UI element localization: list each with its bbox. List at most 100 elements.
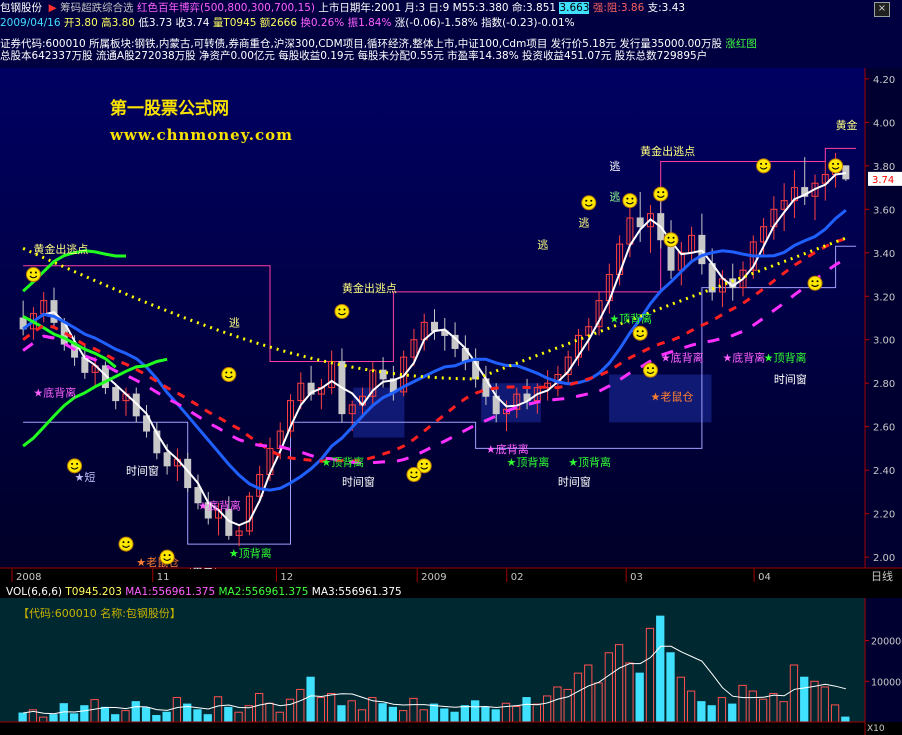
chart-annotation: 逃 [229, 317, 240, 330]
smiley-eye [590, 199, 593, 202]
volume-bar [450, 711, 459, 723]
chart-annotation: 黄金出逃点 [33, 242, 88, 256]
indicator-arrow-icon[interactable]: ▶ [45, 2, 57, 14]
info-text-2: 总股本642337万股 流通A股272038万股 净资产0.00亿元 每股收益0… [0, 50, 708, 62]
price-axis-bg [865, 68, 902, 568]
volume-header: VOL(6,6,6) T0945.203 MA1:556961.375 MA2:… [6, 586, 402, 598]
candle-body [698, 234, 706, 265]
price-tick-label: 3.00 [873, 336, 895, 347]
volume-bar [470, 700, 480, 723]
volume-bar [18, 712, 27, 723]
smiley-eye [168, 554, 171, 557]
chart-annotation: ★顶背离 [609, 311, 652, 325]
smiley-icon [118, 536, 134, 552]
info-tag: 涨红图 [725, 38, 757, 50]
smiley-eye [811, 280, 814, 283]
time-axis-label: 2008 [16, 572, 41, 583]
smiley-icon [622, 193, 638, 209]
smiley-eye [651, 367, 654, 370]
chart-annotation: 逃 [609, 160, 620, 173]
box-value: 3.663 [559, 2, 590, 14]
smiley-icon [221, 367, 237, 383]
volume-bar [203, 714, 212, 723]
quote-volume: 量T0945 [212, 17, 257, 29]
smiley-icon [406, 467, 422, 483]
time-axis-label: 03 [630, 572, 643, 583]
current-price-label: 3.74 [872, 175, 894, 186]
time-axis-label: 11 [157, 572, 170, 583]
volume-bar [80, 705, 89, 723]
volume-bar [59, 703, 68, 723]
smiley-eye [760, 162, 763, 165]
smiley-eye [29, 271, 32, 274]
vol-ma2: MA2:556961.375 [218, 586, 309, 598]
volume-bar [49, 714, 58, 723]
smiley-eye [127, 541, 130, 544]
smiley-eye [657, 191, 660, 194]
price-tick-label: 2.20 [873, 510, 895, 521]
chart-annotation: ★老鼠仓 [650, 390, 693, 404]
smiley-eye [667, 236, 670, 239]
smiley-eye [626, 197, 629, 200]
price-tick-label: 2.00 [873, 553, 895, 564]
chart-annotation: 黄金出逃点 [342, 281, 397, 295]
price-tick-label: 3.60 [873, 205, 895, 216]
quote-date: 2009/04/16 [0, 17, 61, 29]
smiley-eye [76, 462, 79, 465]
price-tick-label: 3.80 [873, 162, 895, 173]
time-axis-label: 2009 [421, 572, 446, 583]
smiley-eye [225, 371, 228, 374]
price-tick-label: 2.60 [873, 423, 895, 434]
smiley-eye [646, 367, 649, 370]
volume-bar [707, 705, 716, 723]
volume-bar [193, 709, 202, 723]
volume-axis-bg [865, 598, 902, 722]
smiley-icon [334, 303, 350, 319]
quote-amount: 额2666 [259, 17, 298, 29]
volume-bar [800, 676, 809, 723]
stock-name: 包钢股份 [0, 2, 42, 14]
candle-body [636, 217, 644, 228]
time-axis-end-label: 日线 [871, 569, 893, 583]
quote-turnover: 换0.26% [300, 17, 345, 29]
smiley-eye [672, 236, 675, 239]
price-tick-label: 2.80 [873, 379, 895, 390]
price-tick-label: 2.40 [873, 466, 895, 477]
volume-bar [728, 703, 737, 723]
chart-annotation: ★底背离 [33, 385, 76, 399]
volume-bar [111, 714, 120, 723]
vol-ma1: MA1:556961.375 [125, 586, 216, 598]
chart-annotation: ★顶背离 [506, 455, 549, 469]
time-axis-label: 04 [758, 572, 771, 583]
indicator-name[interactable]: 筹码超跌综合选 [60, 2, 134, 14]
volume-code-label: 【代码:600010 名称:包钢股份】 [18, 607, 181, 620]
quote-index: 指数(-0.23)-0.01% [481, 17, 575, 29]
smiley-icon [67, 458, 83, 474]
smiley-icon [25, 267, 41, 283]
listing-date: 上市日期年:2001 月:3 日:9 [318, 2, 450, 14]
volume-bar [224, 706, 233, 723]
quote-bar: 2009/04/16 开3.80 高3.80 低3.73 收3.74 量T094… [0, 17, 575, 30]
smiley-eye [230, 371, 233, 374]
chart-annotation: 逃 [537, 238, 548, 251]
chart-annotation: 时间窗 [126, 464, 159, 478]
smiley-icon [807, 275, 823, 291]
smiley-eye [122, 541, 125, 544]
watermark-title: 第一股票公式网 [110, 99, 229, 119]
close-button[interactable]: × [874, 2, 890, 17]
smiley-eye [71, 462, 74, 465]
chart-annotation: 时间窗 [558, 474, 591, 488]
volume-bar [131, 701, 140, 723]
smiley-icon [663, 232, 679, 248]
smiley-eye [163, 554, 166, 557]
smiley-icon [159, 549, 175, 565]
volume-unit-label: X10 [867, 724, 885, 734]
volume-bar [100, 706, 110, 723]
smiley-eye [636, 330, 639, 333]
quote-open: 开3.80 [63, 17, 98, 29]
volume-bar [378, 703, 387, 723]
smiley-eye [410, 471, 413, 474]
price-tick-label: 3.40 [873, 249, 895, 260]
volume-bar [152, 714, 161, 723]
info-line-2: 总股本642337万股 流通A股272038万股 净资产0.00亿元 每股收益0… [0, 50, 707, 63]
